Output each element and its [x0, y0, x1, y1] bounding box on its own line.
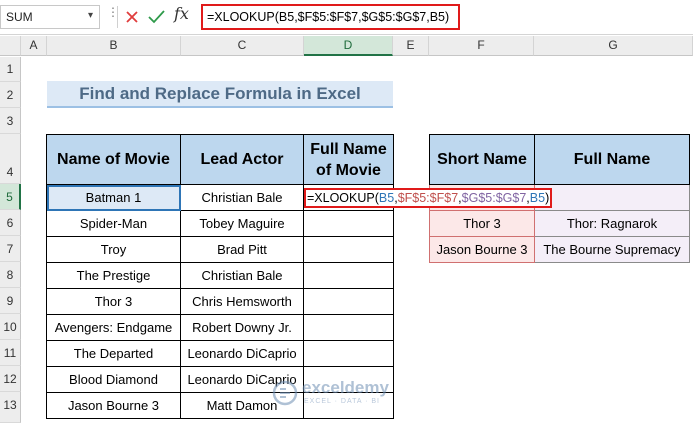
column-header-c[interactable]: C — [181, 36, 304, 56]
movie-name-cell[interactable]: The Prestige — [46, 262, 181, 289]
table-row: Thor 3 Thor: Ragnarok — [429, 210, 690, 237]
chevron-down-icon[interactable]: ▾ — [88, 10, 93, 21]
formula-close-paren: ) — [545, 190, 550, 205]
name-box[interactable]: SUM ▾ — [0, 5, 100, 29]
lead-actor-cell[interactable]: Robert Downy Jr. — [180, 314, 304, 341]
header-full-name[interactable]: Full Name — [534, 134, 690, 185]
formula-ref-b5-default: B5 — [529, 190, 546, 205]
formula-text: =XLOOKUP(B5,$F$5:$F$7,$G$5:$G$7,B5) — [207, 10, 450, 24]
table-row: Troy Brad Pitt — [46, 236, 394, 263]
movie-name-cell[interactable]: Blood Diamond — [46, 366, 181, 393]
header-short-name[interactable]: Short Name — [429, 134, 535, 185]
row-header-5[interactable]: 5 — [0, 184, 21, 210]
movie-name-cell[interactable]: Batman 1 — [46, 184, 181, 211]
lead-actor-cell[interactable]: Brad Pitt — [180, 236, 304, 263]
row-header-1[interactable]: 1 — [0, 57, 21, 82]
table-row: The Prestige Christian Bale — [46, 262, 394, 289]
movie-name-cell[interactable]: Jason Bourne 3 — [46, 392, 181, 419]
movie-name-cell[interactable]: Spider-Man — [46, 210, 181, 237]
lead-actor-cell[interactable]: Leonardo DiCaprio — [180, 340, 304, 367]
formula-fn: =XLOOKUP( — [307, 190, 379, 205]
lead-actor-cell[interactable]: Christian Bale — [180, 262, 304, 289]
column-header-a[interactable]: A — [21, 36, 47, 56]
movie-name-cell[interactable]: Avengers: Endgame — [46, 314, 181, 341]
row-header-8[interactable]: 8 — [0, 262, 21, 288]
drag-handle-icon[interactable]: ⋮ — [107, 6, 119, 18]
movie-name-cell[interactable]: Thor 3 — [46, 288, 181, 315]
full-name-cell[interactable] — [303, 262, 394, 289]
formula-ref-g-range: $G$5:$G$7 — [461, 190, 527, 205]
formula-edit-highlight: =XLOOKUP(B5,$F$5:$F$7,$G$5:$G$7,B5) — [304, 187, 553, 208]
formula-bar: SUM ▾ ⋮ fx =XLOOKUP(B5,$F$5:$F$7,$G$5:$G… — [0, 0, 693, 35]
row-header-12[interactable]: 12 — [0, 366, 21, 392]
full-name-cell[interactable] — [303, 288, 394, 315]
lookup-header-row: Short Name Full Name — [429, 134, 690, 185]
name-box-value: SUM — [6, 10, 33, 24]
row-header-10[interactable]: 10 — [0, 314, 21, 340]
exceldemy-logo-icon — [272, 380, 298, 406]
full-name-cell[interactable]: The Bourne Supremacy — [534, 236, 690, 263]
movie-name-cell[interactable]: Troy — [46, 236, 181, 263]
table-row: Spider-Man Tobey Maguire — [46, 210, 394, 237]
short-name-cell[interactable]: Thor 3 — [429, 210, 535, 237]
watermark-tagline: EXCEL · DATA · BI — [304, 398, 380, 405]
table-row: Batman 1 Christian Bale =XLOOKUP(B5,$F$5… — [46, 184, 553, 211]
insert-function-icon[interactable]: fx — [174, 4, 189, 23]
table-row: The Departed Leonardo DiCaprio — [46, 340, 394, 367]
table-header-row: Name of Movie Lead Actor Full Name of Mo… — [46, 134, 394, 185]
row-header-6[interactable]: 6 — [0, 210, 21, 236]
table-row: Thor 3 Chris Hemsworth — [46, 288, 394, 315]
sheet-title[interactable]: Find and Replace Formula in Excel — [47, 81, 393, 108]
column-header-e[interactable]: E — [393, 36, 429, 56]
lead-actor-cell[interactable]: Tobey Maguire — [180, 210, 304, 237]
full-name-cell[interactable] — [303, 340, 394, 367]
formula-input[interactable]: =XLOOKUP(B5,$F$5:$F$7,$G$5:$G$7,B5) — [201, 4, 460, 30]
row-header-4[interactable]: 4 — [0, 134, 21, 184]
column-header-d[interactable]: D — [304, 36, 393, 56]
enter-check-icon[interactable] — [146, 5, 168, 29]
full-name-cell[interactable] — [534, 184, 690, 211]
formula-ref-b5: B5 — [378, 190, 395, 205]
full-name-cell[interactable] — [303, 236, 394, 263]
row-header-11[interactable]: 11 — [0, 340, 21, 366]
row-header-9[interactable]: 9 — [0, 288, 21, 314]
row-header-2[interactable]: 2 — [0, 82, 21, 108]
full-name-cell[interactable] — [303, 314, 394, 341]
header-lead-actor[interactable]: Lead Actor — [180, 134, 304, 185]
select-all-corner[interactable] — [0, 36, 21, 56]
short-name-cell[interactable]: Jason Bourne 3 — [429, 236, 535, 263]
row-header-3[interactable]: 3 — [0, 108, 21, 134]
column-header-f[interactable]: F — [429, 36, 534, 56]
lead-actor-cell[interactable]: Christian Bale — [180, 184, 304, 211]
row-header-7[interactable]: 7 — [0, 236, 21, 262]
watermark: exceldemy EXCEL · DATA · BI — [272, 376, 412, 410]
table-row: Jason Bourne 3 The Bourne Supremacy — [429, 236, 690, 263]
lead-actor-cell[interactable]: Chris Hemsworth — [180, 288, 304, 315]
table-row: Avengers: Endgame Robert Downy Jr. — [46, 314, 394, 341]
formula-bar-divider — [117, 6, 118, 28]
formula-ref-f-range: $F$5:$F$7 — [397, 190, 459, 205]
cancel-icon[interactable] — [122, 5, 144, 29]
full-name-cell[interactable] — [303, 210, 394, 237]
full-name-cell[interactable]: Thor: Ragnarok — [534, 210, 690, 237]
active-formula-cell[interactable]: =XLOOKUP(B5,$F$5:$F$7,$G$5:$G$7,B5) — [303, 184, 553, 211]
watermark-name: exceldemy — [302, 378, 389, 397]
movie-name-cell[interactable]: The Departed — [46, 340, 181, 367]
column-header-g[interactable]: G — [534, 36, 693, 56]
header-name-of-movie[interactable]: Name of Movie — [46, 134, 181, 185]
column-header-b[interactable]: B — [47, 36, 181, 56]
row-header-13[interactable]: 13 — [0, 392, 21, 423]
header-full-name-of-movie[interactable]: Full Name of Movie — [303, 134, 394, 185]
